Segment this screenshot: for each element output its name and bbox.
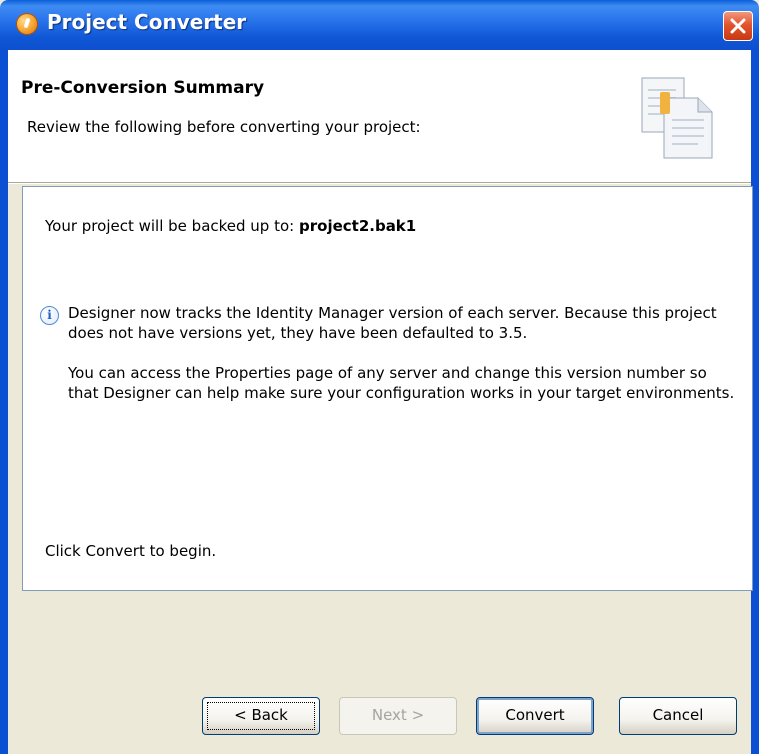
- close-icon: [730, 18, 746, 34]
- next-button[interactable]: Next >: [339, 697, 457, 735]
- info-paragraph-2: You can access the Properties page of an…: [68, 364, 735, 402]
- info-message: Designer now tracks the Identity Manager…: [68, 303, 738, 423]
- backup-line: Your project will be backed up to: proje…: [45, 217, 416, 235]
- header-separator: [8, 183, 751, 184]
- project-converter-window: Project Converter Pre-Conversion Summary…: [0, 0, 759, 754]
- close-button[interactable]: [723, 11, 753, 41]
- project-converter-icon: [16, 13, 38, 35]
- documents-icon: [641, 77, 713, 159]
- backup-label: Your project will be backed up to:: [45, 217, 295, 235]
- info-paragraph-1: Designer now tracks the Identity Manager…: [68, 304, 717, 342]
- info-icon: i: [40, 306, 59, 325]
- button-bar: < Back Next > Convert Cancel: [8, 592, 751, 754]
- wizard-header: Pre-Conversion Summary Review the follow…: [8, 50, 751, 183]
- back-button[interactable]: < Back: [202, 697, 320, 735]
- begin-instruction: Click Convert to begin.: [45, 542, 217, 560]
- page-title: Pre-Conversion Summary: [21, 78, 265, 98]
- window-frame-left: [0, 50, 8, 754]
- page-subtitle: Review the following before converting y…: [27, 118, 421, 136]
- window-title: Project Converter: [47, 10, 247, 34]
- cancel-button[interactable]: Cancel: [619, 697, 737, 735]
- convert-button[interactable]: Convert: [476, 697, 594, 735]
- summary-panel: Your project will be backed up to: proje…: [22, 186, 753, 591]
- backup-file-name: project2.bak1: [299, 217, 417, 235]
- title-bar[interactable]: Project Converter: [0, 0, 759, 50]
